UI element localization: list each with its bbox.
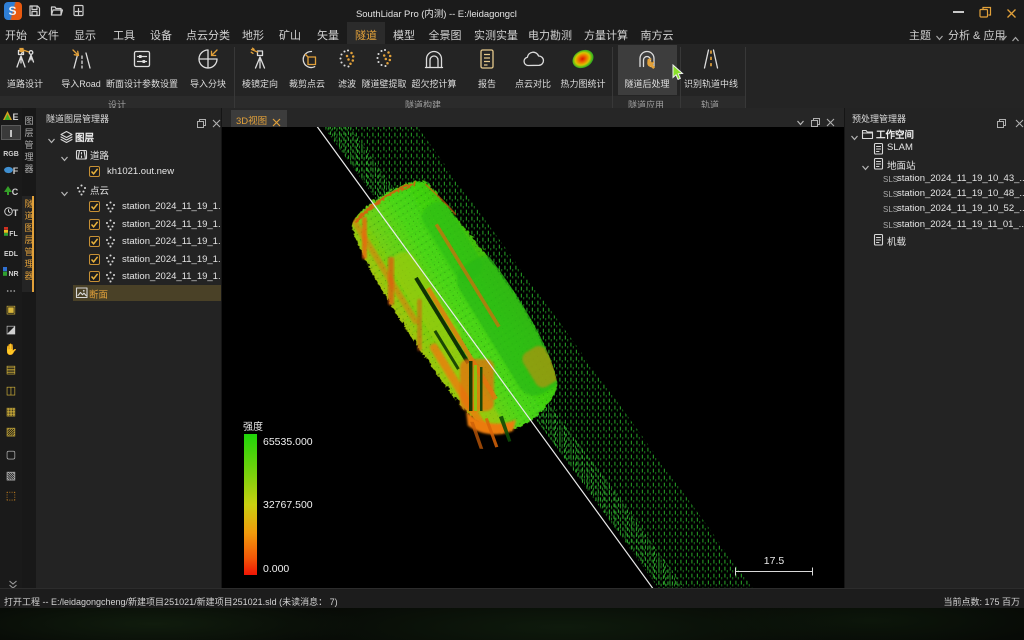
svg-text:0.000: 0.000 [263,563,289,575]
svg-text:65535.000: 65535.000 [263,436,313,448]
svg-text:强度: 强度 [243,420,263,433]
svg-text:32767.500: 32767.500 [263,499,313,511]
svg-text:17.5: 17.5 [764,555,785,567]
